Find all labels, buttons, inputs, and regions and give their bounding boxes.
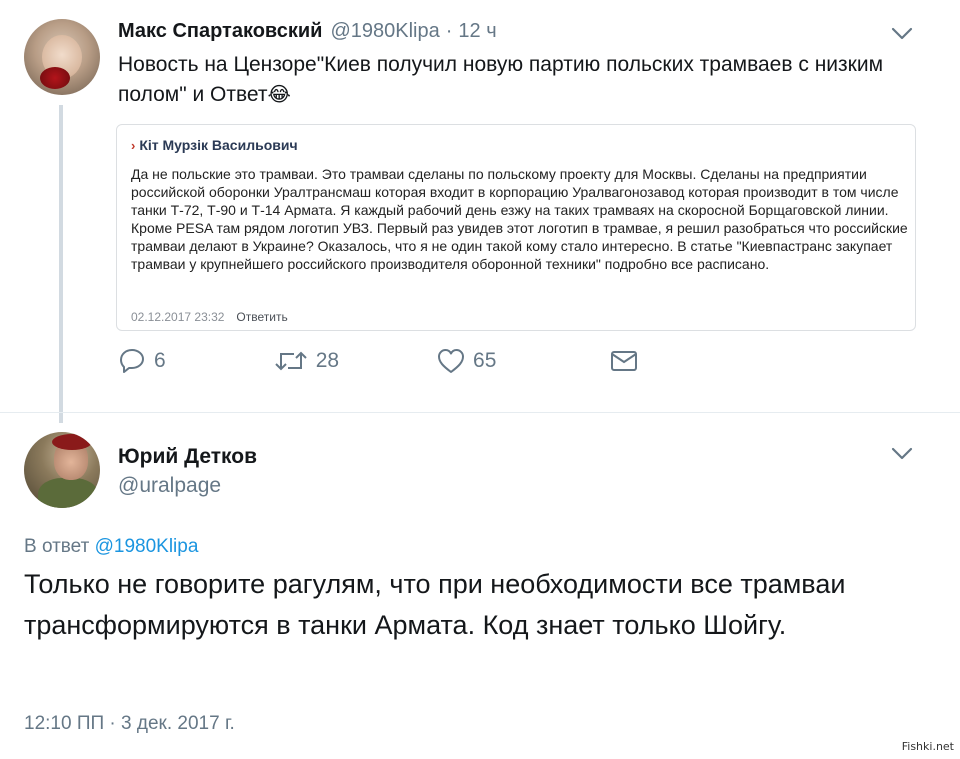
retweet-count: 28: [315, 349, 340, 372]
quote-body: Да не польские это трамваи. Это трамваи …: [131, 166, 908, 272]
chevron-down-icon[interactable]: [891, 27, 913, 41]
display-name[interactable]: Юрий Детков: [118, 445, 257, 469]
quote-author: › Кіт Мурзік Васильович: [131, 137, 298, 153]
quote-meta: 02.12.2017 23:32 Ответить: [131, 310, 288, 324]
tweet-timestamp[interactable]: 12:10 ПП · 3 дек. 2017 г.: [24, 713, 235, 735]
tweet-header: Макс Спартаковский @1980Klipa · 12 ч: [118, 20, 497, 43]
quote-date: 02.12.2017 23:32: [131, 310, 225, 324]
direct-message-button[interactable]: [610, 350, 646, 372]
separator-dot: ·: [445, 20, 453, 42]
watermark: Fishki.net: [901, 740, 954, 753]
avatar-mouth: [40, 67, 70, 89]
reply-mention-link[interactable]: @1980Klipa: [95, 536, 199, 557]
user-handle[interactable]: @1980Klipa: [330, 20, 439, 43]
quoted-comment-image[interactable]: › Кіт Мурзік Васильович Да не польские э…: [116, 124, 916, 331]
thread-line: [59, 105, 63, 423]
like-button[interactable]: 65: [437, 348, 496, 374]
laughing-emoji-icon: 😂: [267, 84, 291, 106]
quote-reply-link: Ответить: [236, 310, 288, 324]
tweet-original: Макс Спартаковский @1980Klipa · 12 ч Нов…: [0, 0, 960, 423]
reply-count: 6: [154, 349, 166, 372]
avatar[interactable]: [24, 19, 100, 95]
avatar[interactable]: [24, 432, 100, 508]
reply-icon: [120, 349, 144, 373]
reply-context: В ответ @1980Klipa: [24, 536, 198, 558]
user-handle[interactable]: @uralpage: [118, 474, 221, 498]
retweet-icon: [274, 351, 307, 371]
tweet-text-body: Новость на Цензоре"Киев получил новую па…: [118, 53, 884, 106]
avatar-beret: [52, 434, 92, 450]
arrow-icon: ›: [131, 137, 136, 153]
quote-author-name: Кіт Мурзік Васильович: [139, 137, 298, 153]
tweet-text: Только не говорите рагулям, что при необ…: [24, 569, 846, 640]
heart-icon: [438, 349, 465, 373]
tweet-actions: 6 28 65: [118, 348, 702, 374]
envelope-icon: [611, 351, 638, 371]
reply-button[interactable]: 6: [118, 348, 166, 374]
reply-prefix: В ответ: [24, 536, 90, 557]
display-name[interactable]: Макс Спартаковский: [118, 20, 322, 43]
retweet-button[interactable]: 28: [274, 349, 339, 373]
chevron-down-icon[interactable]: [891, 447, 913, 461]
like-count: 65: [473, 349, 497, 372]
tweet-text: Новость на Цензоре"Киев получил новую па…: [118, 50, 928, 110]
tweet-time[interactable]: 12 ч: [458, 20, 496, 43]
tweet-divider: [0, 412, 960, 413]
avatar-body: [38, 478, 98, 508]
